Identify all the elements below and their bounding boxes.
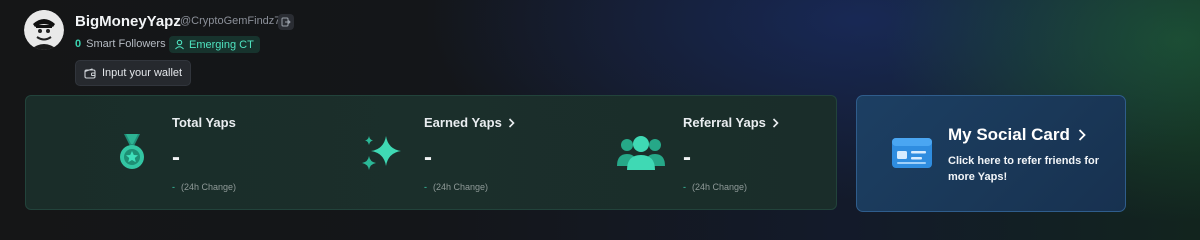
users-group-icon [617,136,665,170]
stat-value: - [172,144,180,171]
smart-followers: 0 Smart Followers [75,38,166,50]
wallet-icon [84,67,96,79]
stat-change-value: - [683,182,686,192]
stat-value: - [683,144,691,171]
chevron-right-icon [1078,129,1086,141]
social-card-title: My Social Card [948,125,1086,145]
stat-title-label: Earned Yaps [424,115,502,130]
stat-title: Earned Yaps [424,115,515,130]
stat-change-value: - [424,182,427,192]
stat-value: - [424,144,432,171]
stat-title: Referral Yaps [683,115,779,130]
stat-earned-yaps[interactable]: Earned Yaps - - (24h Change) [276,96,556,211]
exit-icon [281,17,291,27]
sparkles-icon [362,136,401,170]
id-card-icon [892,138,932,168]
chevron-right-icon [772,117,779,128]
social-card-description: Click here to refer friends for more Yap… [948,155,1099,183]
stat-total-yaps: Total Yaps - - (24h Change) [26,96,276,211]
input-wallet-button[interactable]: Input your wallet [75,60,192,86]
input-wallet-label: Input your wallet [102,67,183,79]
stat-change: - (24h Change) [172,182,236,192]
yaps-stats-card: Total Yaps - - (24h Change) Earned Yaps -… [25,95,837,210]
status-badge: Emerging CT [169,36,260,53]
stat-change: - (24h Change) [424,182,488,192]
smart-followers-label: Smart Followers [86,38,166,50]
stat-title-label: Total Yaps [172,115,236,130]
social-card-title-label: My Social Card [948,125,1070,144]
stat-change-label: (24h Change) [433,182,489,192]
chevron-right-icon [508,117,515,128]
stat-change-value: - [172,182,175,192]
stat-title-label: Referral Yaps [683,115,766,130]
stat-title: Total Yaps [172,115,236,130]
user-icon [175,39,184,50]
status-badge-label: Emerging CT [189,38,254,51]
logout-button[interactable] [278,14,294,30]
profile-handle: @CryptoGemFindz7 [180,15,281,27]
social-card-button[interactable]: My Social Card Click here to refer frien… [856,95,1126,212]
stat-change: - (24h Change) [683,182,747,192]
avatar[interactable] [24,10,64,50]
stat-change-label: (24h Change) [181,182,237,192]
stat-referral-yaps[interactable]: Referral Yaps - - (24h Change) [556,96,836,211]
medal-icon [120,134,144,169]
profile-name: BigMoneyYapz [75,13,181,30]
stat-change-label: (24h Change) [692,182,748,192]
smart-followers-count: 0 [75,38,82,50]
